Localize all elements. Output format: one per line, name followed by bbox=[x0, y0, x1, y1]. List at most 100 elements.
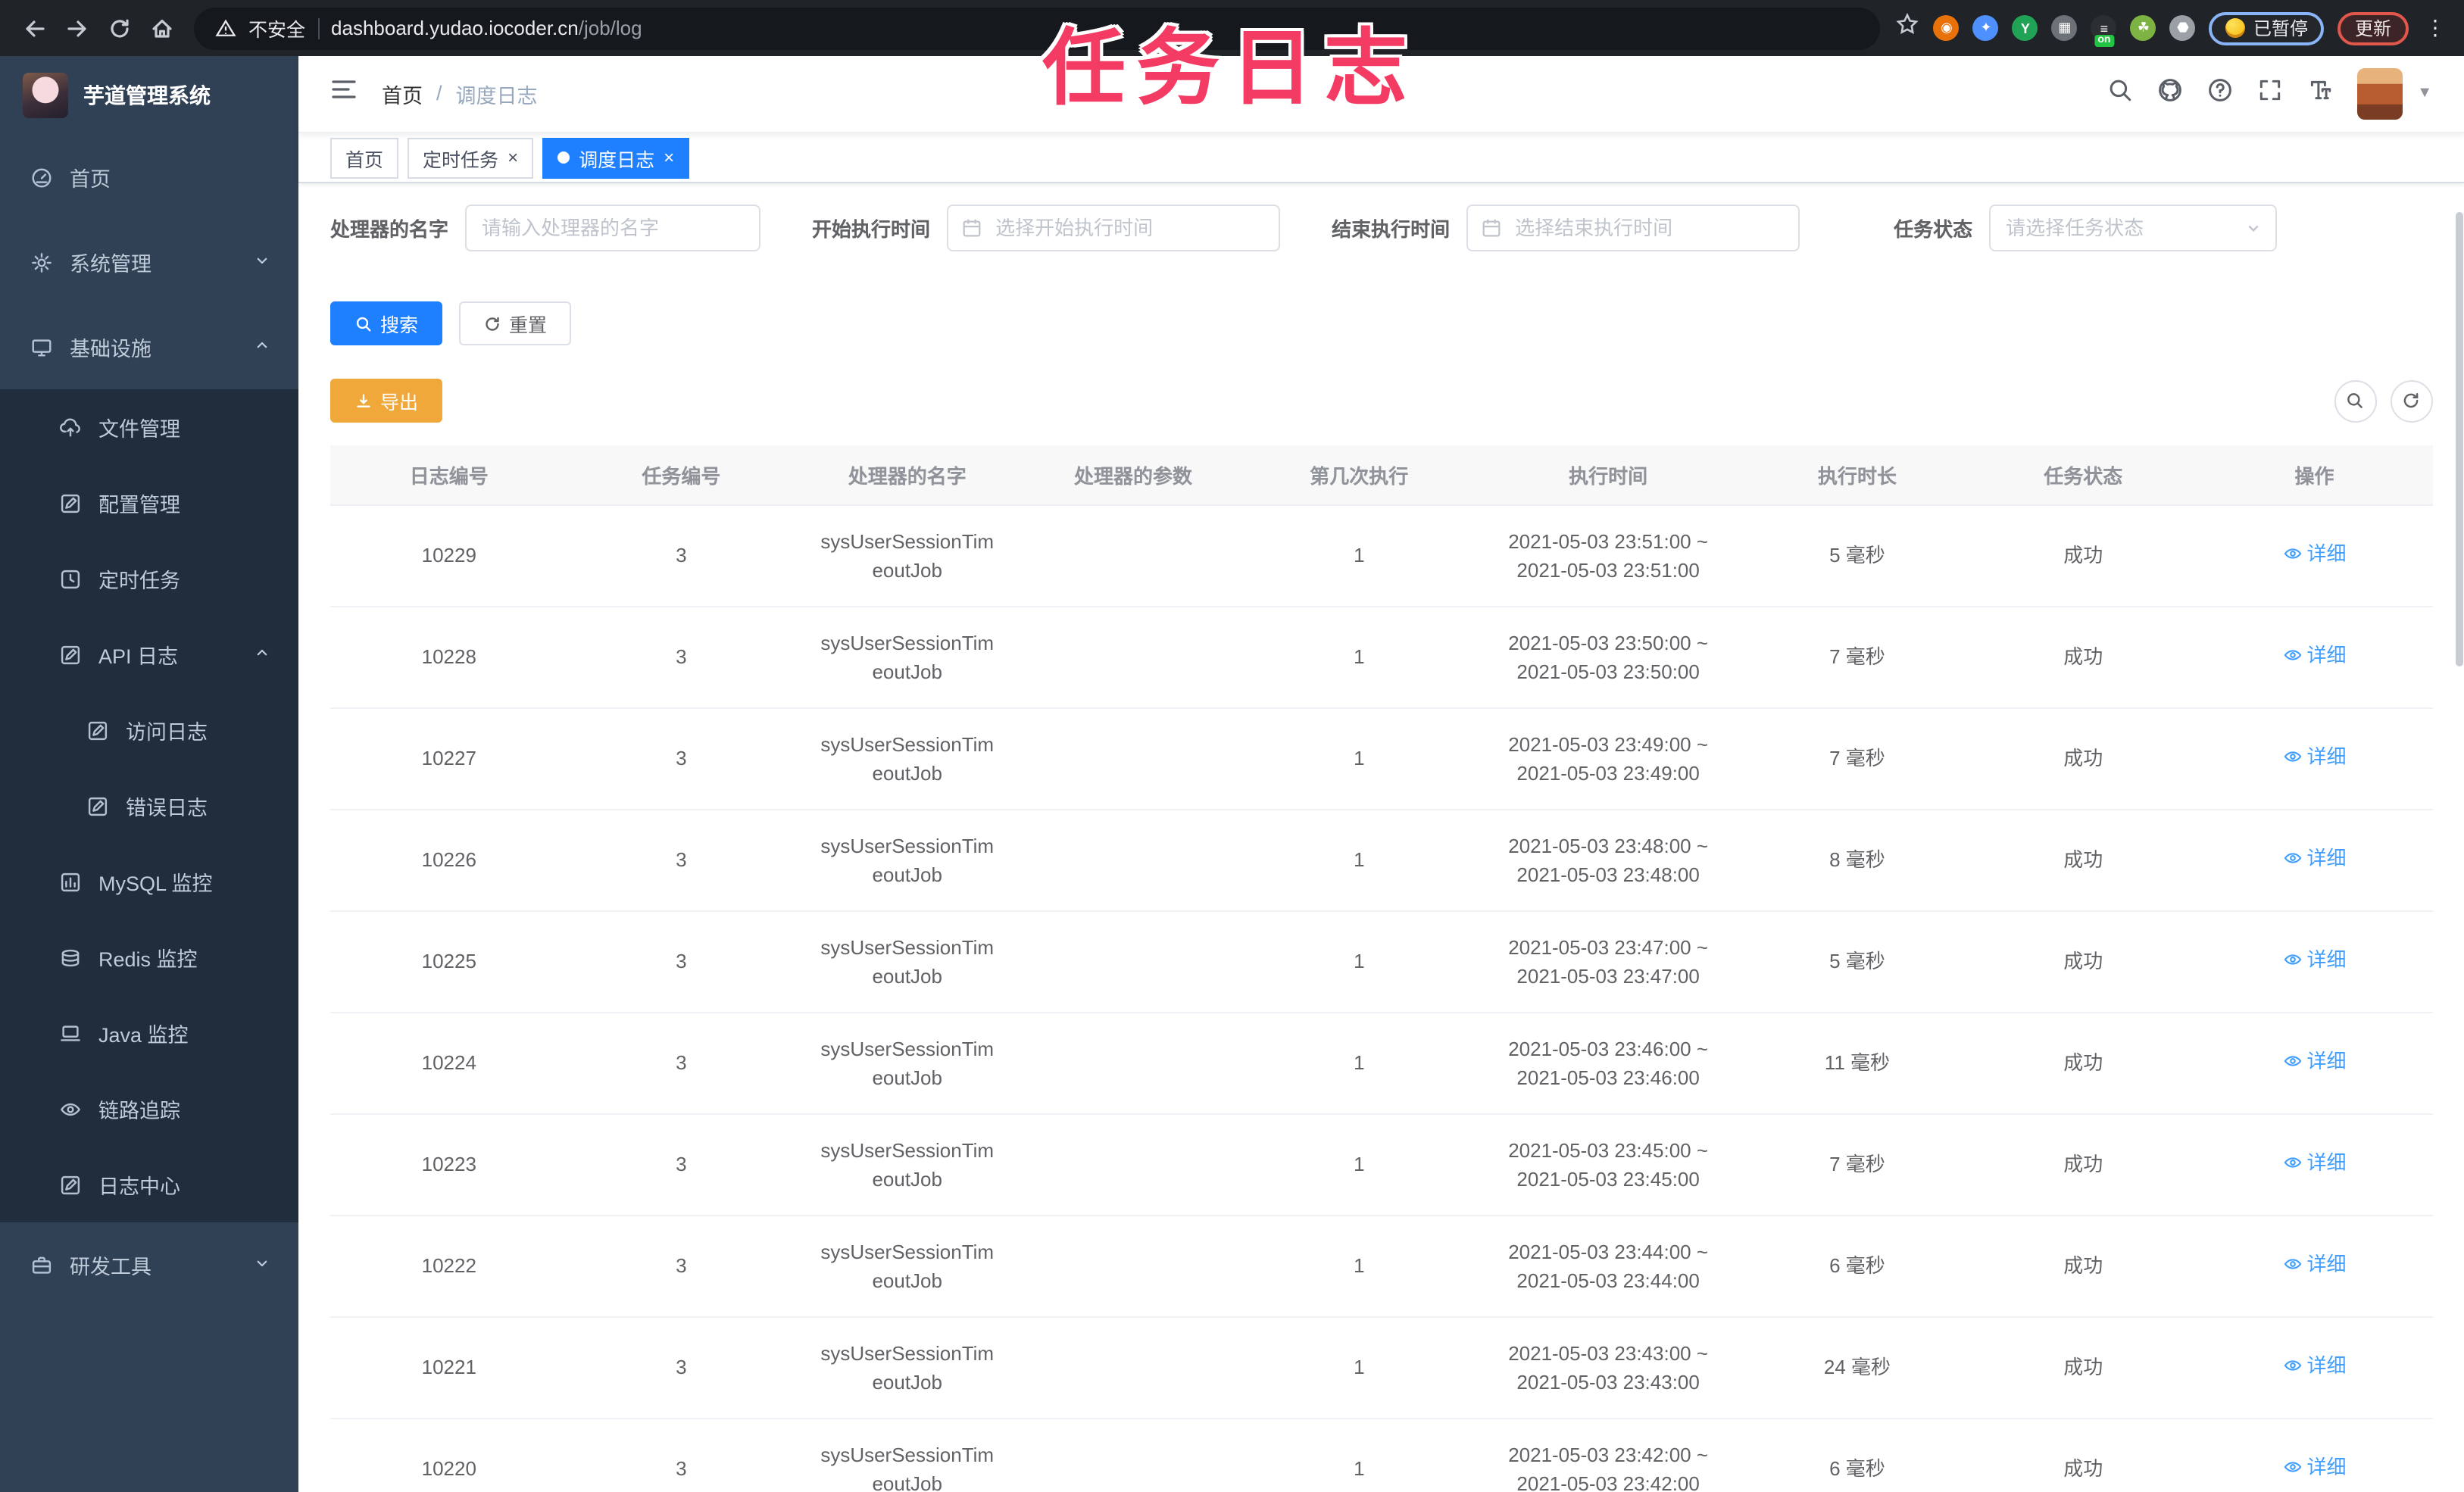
page-scrollbar[interactable] bbox=[2455, 212, 2462, 666]
detail-link[interactable]: 详细 bbox=[2283, 1351, 2347, 1380]
sidebar-item-13[interactable]: 日志中心 bbox=[0, 1147, 298, 1222]
security-label[interactable]: 不安全 bbox=[248, 14, 305, 42]
detail-link-label: 详细 bbox=[2306, 1253, 2347, 1276]
toggle-search-button[interactable] bbox=[2334, 379, 2376, 423]
detail-link-label: 详细 bbox=[2306, 1050, 2347, 1073]
status-select[interactable] bbox=[1989, 204, 2278, 252]
update-button[interactable]: 更新 bbox=[2338, 11, 2408, 45]
extension-orange-icon[interactable]: ◉ bbox=[1933, 15, 1960, 41]
edit-icon bbox=[86, 794, 109, 817]
sidebar-item-9[interactable]: MySQL 监控 bbox=[0, 844, 298, 919]
font-size-icon[interactable] bbox=[2306, 77, 2332, 111]
sidebar-item-2[interactable]: 基础设施 bbox=[0, 304, 298, 389]
detail-link[interactable]: 详细 bbox=[2283, 844, 2347, 872]
cell-exec-index: 1 bbox=[1246, 1215, 1472, 1318]
sidebar-item-8[interactable]: 错误日志 bbox=[0, 768, 298, 844]
browser-menu-icon[interactable]: ⋮ bbox=[2422, 15, 2449, 41]
cell-handler-param bbox=[1020, 1418, 1247, 1492]
tags-view-bar: 首页 定时任务 × 调度日志 × bbox=[298, 133, 2464, 184]
extension-puzzle-icon[interactable]: ⬣ bbox=[2169, 15, 2196, 41]
tab-label: 调度日志 bbox=[579, 149, 655, 171]
cell-log-id: 10229 bbox=[330, 504, 568, 607]
search-icon[interactable] bbox=[2106, 77, 2132, 111]
tab-2[interactable]: 调度日志 × bbox=[542, 137, 690, 179]
browser-forward-icon[interactable] bbox=[58, 8, 97, 48]
export-button[interactable]: 导出 bbox=[330, 379, 443, 423]
sidebar-item-10[interactable]: Redis 监控 bbox=[0, 919, 298, 995]
fullscreen-icon[interactable] bbox=[2256, 77, 2282, 111]
hamburger-icon[interactable] bbox=[330, 76, 358, 111]
browser-toolbar: 不安全 dashboard.yudao.iocoder.cn/job/log ◉… bbox=[0, 0, 2464, 56]
address-bar[interactable]: 不安全 dashboard.yudao.iocoder.cn/job/log bbox=[194, 7, 1881, 49]
sidebar-item-11[interactable]: Java 监控 bbox=[0, 995, 298, 1071]
detail-link[interactable]: 详细 bbox=[2283, 641, 2347, 670]
cell-exec-time: 2021-05-03 23:44:00 ~2021-05-03 23:44:00 bbox=[1471, 1215, 1745, 1318]
cell-task-id: 3 bbox=[567, 910, 795, 1013]
filter-begin-time: 开始执行时间 bbox=[812, 204, 1281, 252]
edit-icon bbox=[86, 719, 109, 741]
search-button[interactable]: 搜索 bbox=[330, 301, 443, 346]
cell-handler-name: sysUserSessionTim eoutJob bbox=[795, 707, 1020, 810]
avatar-caret-icon[interactable]: ▼ bbox=[2417, 86, 2432, 102]
detail-link[interactable]: 详细 bbox=[2283, 742, 2347, 771]
help-icon[interactable] bbox=[2206, 77, 2232, 111]
cell-log-id: 10222 bbox=[330, 1215, 568, 1318]
browser-reload-icon[interactable] bbox=[100, 8, 139, 48]
extension-green-y-icon[interactable]: Y bbox=[2012, 15, 2038, 41]
paused-badge[interactable]: 已暂停 bbox=[2209, 11, 2325, 45]
column-header-handler: 处理器的名字 bbox=[795, 445, 1020, 506]
extension-on-icon[interactable]: ≡ on bbox=[2091, 15, 2117, 47]
tab-label: 定时任务 bbox=[423, 149, 499, 171]
main-area: 首页 / 调度日志 ▼ 首页 定时任务 × 调度日志 × 处理器的名字 请输入处… bbox=[298, 56, 2464, 1492]
extension-grid-icon[interactable]: ▦ bbox=[2051, 15, 2078, 41]
app-logo-row[interactable]: 芋道管理系统 bbox=[0, 56, 298, 135]
cell-exec-time: 2021-05-03 23:50:00 ~2021-05-03 23:50:00 bbox=[1471, 606, 1745, 709]
sidebar-item-1[interactable]: 系统管理 bbox=[0, 220, 298, 304]
sidebar-item-5[interactable]: 定时任务 bbox=[0, 541, 298, 616]
cell-log-id: 10224 bbox=[330, 1012, 568, 1115]
cell-handler-param bbox=[1020, 1113, 1247, 1216]
reset-button[interactable]: 重置 bbox=[459, 301, 572, 346]
extension-blue-icon[interactable]: ✦ bbox=[1972, 15, 1999, 41]
user-avatar[interactable] bbox=[2356, 67, 2403, 120]
sidebar-menu: 首页 系统管理 基础设施 文件管理 配置管理 定时任务 API 日志 访问日志错误日志 MySQ… bbox=[0, 135, 298, 1307]
extension-leaf-icon[interactable]: ☘ bbox=[2130, 15, 2156, 41]
github-icon[interactable] bbox=[2156, 77, 2182, 111]
detail-link[interactable]: 详细 bbox=[2283, 1453, 2347, 1481]
detail-link[interactable]: 详细 bbox=[2283, 945, 2347, 974]
browser-back-icon[interactable] bbox=[15, 8, 55, 48]
browser-home-icon[interactable] bbox=[142, 8, 182, 48]
cell-action: 详细 bbox=[2197, 910, 2432, 1013]
sidebar-item-14[interactable]: 研发工具 bbox=[0, 1222, 298, 1307]
sidebar-item-4[interactable]: 配置管理 bbox=[0, 465, 298, 541]
sidebar-item-3[interactable]: 文件管理 bbox=[0, 389, 298, 465]
cell-handler-param bbox=[1020, 707, 1247, 810]
sidebar-item-7[interactable]: 访问日志 bbox=[0, 692, 298, 768]
detail-link[interactable]: 详细 bbox=[2283, 539, 2347, 568]
sidebar-item-6[interactable]: API 日志 bbox=[0, 616, 298, 692]
tab-0[interactable]: 首页 bbox=[330, 137, 399, 179]
cell-exec-index: 1 bbox=[1246, 504, 1472, 607]
cell-duration: 8 毫秒 bbox=[1744, 809, 1970, 912]
sidebar-item-0[interactable]: 首页 bbox=[0, 135, 298, 220]
tab-close-icon[interactable]: × bbox=[664, 148, 674, 167]
breadcrumb-home[interactable]: 首页 bbox=[382, 79, 423, 109]
sidebar-item-label: Redis 监控 bbox=[98, 948, 198, 971]
calendar-icon bbox=[960, 217, 983, 239]
cell-action: 详细 bbox=[2197, 1012, 2432, 1115]
end-time-input[interactable] bbox=[1466, 204, 1800, 252]
bookmark-star-icon[interactable] bbox=[1896, 12, 1920, 44]
sidebar-item-12[interactable]: 链路追踪 bbox=[0, 1071, 298, 1147]
begin-time-input[interactable] bbox=[947, 204, 1281, 252]
cell-task-id: 3 bbox=[567, 1215, 795, 1318]
tab-1[interactable]: 定时任务 × bbox=[408, 137, 534, 179]
refresh-table-button[interactable] bbox=[2390, 379, 2432, 423]
handler-name-input[interactable] bbox=[465, 204, 761, 252]
tab-close-icon[interactable]: × bbox=[507, 148, 518, 167]
cell-duration: 11 毫秒 bbox=[1744, 1012, 1970, 1115]
sidebar-item-label: 错误日志 bbox=[126, 797, 208, 819]
detail-link[interactable]: 详细 bbox=[2283, 1148, 2347, 1177]
cell-exec-time: 2021-05-03 23:43:00 ~2021-05-03 23:43:00 bbox=[1471, 1316, 1745, 1419]
detail-link[interactable]: 详细 bbox=[2283, 1047, 2347, 1075]
detail-link[interactable]: 详细 bbox=[2283, 1250, 2347, 1278]
